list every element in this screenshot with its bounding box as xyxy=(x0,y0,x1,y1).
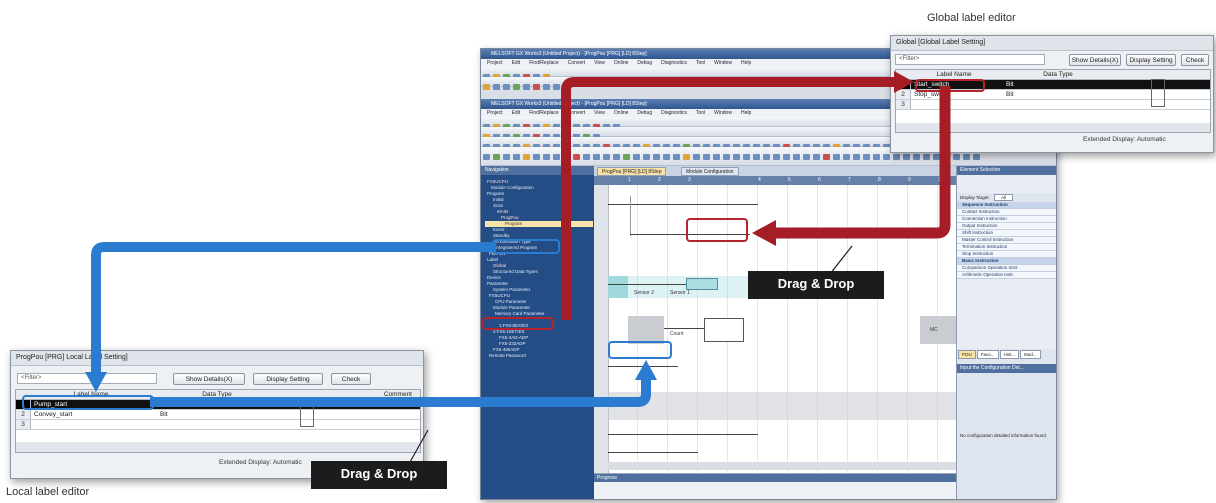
red-arrow-path xyxy=(772,86,951,239)
callout-pointer-left xyxy=(409,429,429,463)
callout-pointer-right xyxy=(829,245,853,275)
red-arrow-head-2 xyxy=(894,71,914,93)
red-arrow-head xyxy=(752,220,776,246)
blue-arrow-head xyxy=(85,372,107,392)
blue-arrow-head-2 xyxy=(635,360,657,380)
drag-drop-callout-left: Drag & Drop xyxy=(311,461,447,489)
drag-drop-callout-right: Drag & Drop xyxy=(748,271,884,299)
drag-arrows xyxy=(85,71,951,463)
blue-arrow-path xyxy=(91,242,496,376)
blue-arrow-path-2 xyxy=(150,376,651,407)
